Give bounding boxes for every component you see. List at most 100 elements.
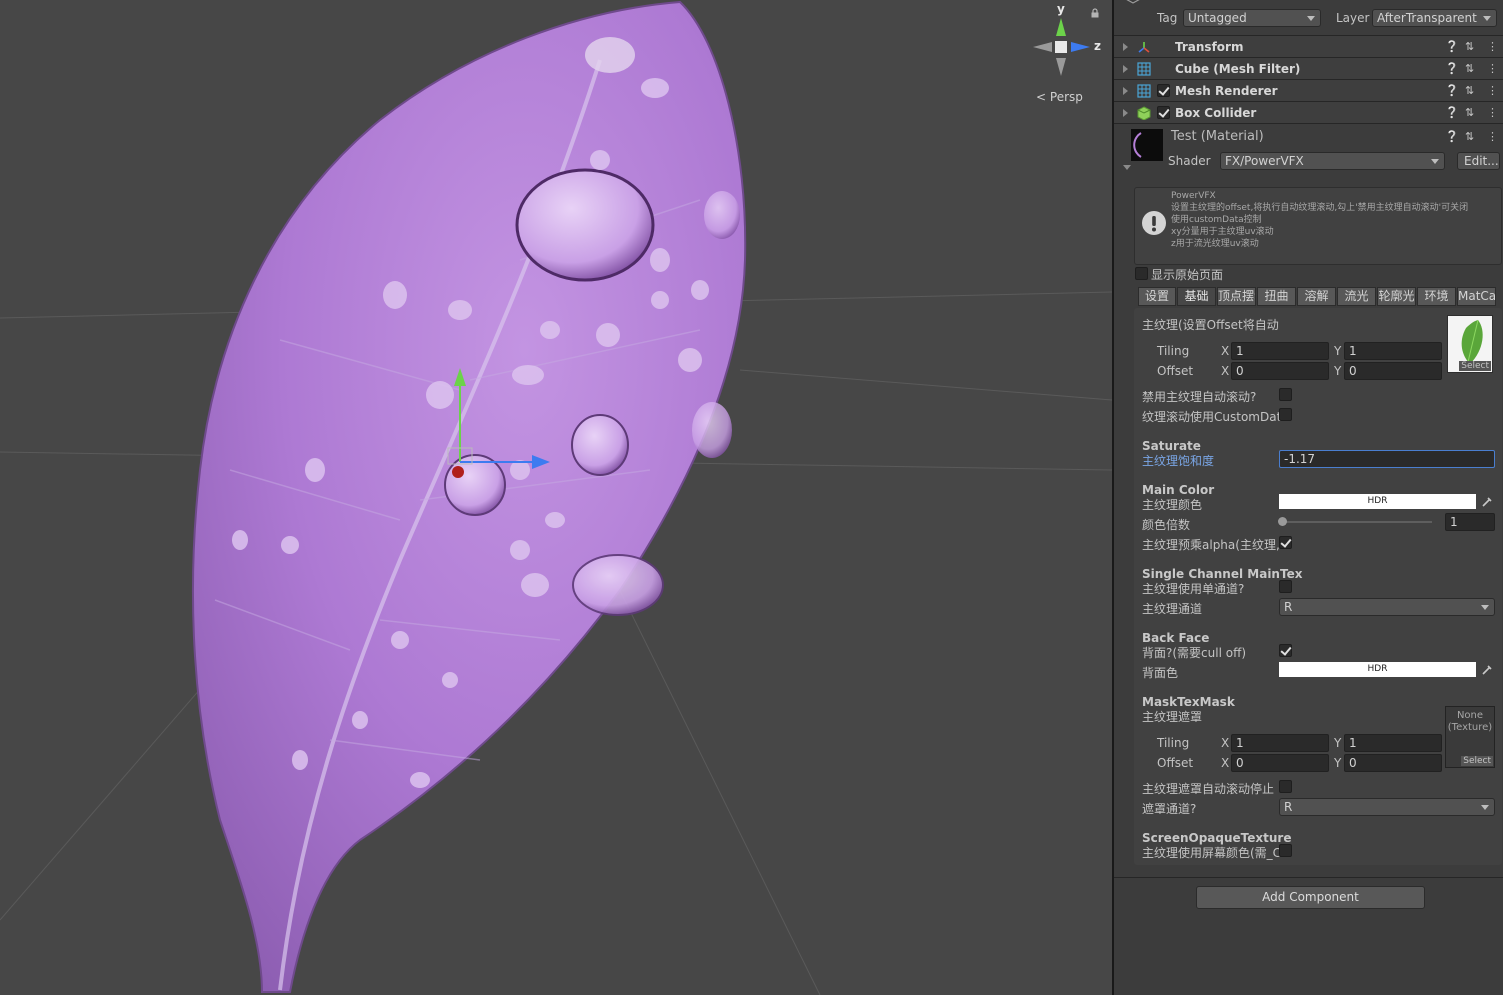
lock-icon[interactable] <box>1090 8 1100 18</box>
mask-tiling-x-field[interactable]: 1 <box>1231 734 1329 752</box>
component-buttons: ❔ ⇅ ⋮ <box>1445 106 1498 120</box>
main-tex-slot[interactable]: Select <box>1447 315 1493 373</box>
shader-label: Shader <box>1168 154 1211 168</box>
add-component-button[interactable]: Add Component <box>1196 886 1425 909</box>
mesh-renderer-enabled-checkbox[interactable] <box>1157 84 1170 97</box>
saturate-field[interactable]: -1.17 <box>1279 450 1495 468</box>
scene-canvas[interactable] <box>0 0 1112 995</box>
foldout-arrow-icon[interactable] <box>1123 87 1128 95</box>
mask-select-button[interactable]: Select <box>1461 756 1493 766</box>
component-box-collider[interactable]: Box Collider ❔ ⇅ ⋮ <box>1114 101 1503 123</box>
color-multiplier-field[interactable]: 1 <box>1445 513 1495 531</box>
tab-settings[interactable]: 设置 <box>1138 287 1176 306</box>
gameobject-icon <box>1126 0 1140 4</box>
tiling-y-label: Y <box>1334 344 1342 358</box>
box-collider-enabled-checkbox[interactable] <box>1157 106 1170 119</box>
main-tex-select-button[interactable]: Select <box>1459 361 1491 371</box>
mask-offset-x-field[interactable]: 0 <box>1231 754 1329 772</box>
offset-x-field[interactable]: 0 <box>1231 362 1329 380</box>
foldout-arrow-icon[interactable] <box>1123 109 1128 117</box>
layer-dropdown[interactable]: AfterTransparent <box>1372 9 1497 27</box>
eyedropper-icon[interactable] <box>1481 664 1493 676</box>
mask-auto-stop-checkbox[interactable] <box>1279 780 1292 793</box>
presets-icon[interactable]: ⇅ <box>1465 62 1474 75</box>
presets-icon[interactable]: ⇅ <box>1465 40 1474 53</box>
main-color-title: Main Color <box>1142 483 1215 497</box>
mask-none-text: None (Texture) <box>1447 710 1493 733</box>
help-icon[interactable]: ❔ <box>1445 62 1459 75</box>
foldout-arrow-icon[interactable] <box>1123 165 1131 170</box>
kebab-menu-icon[interactable]: ⋮ <box>1487 130 1498 143</box>
premultiply-checkbox[interactable] <box>1279 536 1292 549</box>
edit-label: Edit... <box>1464 154 1499 168</box>
projection-toggle[interactable]: < Persp <box>1036 90 1083 104</box>
premultiply-label: 主纹理预乘alpha(主纹理, <box>1142 538 1280 552</box>
leaf-mesh <box>191 0 747 993</box>
material-header[interactable]: Test (Material) ❔ ⇅ ⋮ Shader FX/PowerVFX… <box>1114 123 1503 179</box>
back-face-checkbox[interactable] <box>1279 644 1292 657</box>
help-icon[interactable]: ❔ <box>1445 106 1459 119</box>
help-line: z用于流光纹理uv滚动 <box>1171 239 1259 249</box>
kebab-menu-icon[interactable]: ⋮ <box>1487 62 1498 75</box>
tiling-x-label: X <box>1221 344 1230 358</box>
component-mesh-renderer[interactable]: Mesh Renderer ❔ ⇅ ⋮ <box>1114 79 1503 101</box>
slider-knob[interactable] <box>1278 517 1287 526</box>
tab-basic[interactable]: 基础 <box>1177 287 1216 306</box>
mesh-renderer-icon <box>1137 84 1151 98</box>
color-multiplier-slider[interactable] <box>1282 521 1432 523</box>
tab-flow-light[interactable]: 流光 <box>1337 287 1376 306</box>
show-original-checkbox[interactable] <box>1135 267 1148 280</box>
tiling-label: Tiling <box>1157 344 1190 358</box>
tag-dropdown[interactable]: Untagged <box>1183 9 1321 27</box>
channel-dropdown[interactable]: R <box>1279 598 1495 616</box>
color-multiplier-label: 颜色倍数 <box>1142 518 1191 532</box>
mask-offset-y-field[interactable]: 0 <box>1344 754 1442 772</box>
mask-channel-label: 遮罩通道? <box>1142 802 1197 816</box>
offset-y-field[interactable]: 0 <box>1344 362 1442 380</box>
mask-tiling-y-field[interactable]: 1 <box>1344 734 1442 752</box>
component-buttons: ❔ ⇅ ⋮ <box>1445 84 1498 98</box>
component-transform[interactable]: Transform ❔ ⇅ ⋮ <box>1114 35 1503 57</box>
scroll-customdata-checkbox[interactable] <box>1279 408 1292 421</box>
back-color-swatch[interactable]: HDR <box>1279 662 1476 677</box>
kebab-menu-icon[interactable]: ⋮ <box>1487 84 1498 97</box>
shader-dropdown[interactable]: FX/PowerVFX <box>1220 152 1445 170</box>
offset-x-label: X <box>1221 364 1230 378</box>
tab-matcap[interactable]: MatCap <box>1457 287 1496 306</box>
foldout-arrow-icon[interactable] <box>1123 43 1128 51</box>
presets-icon[interactable]: ⇅ <box>1465 130 1474 143</box>
eyedropper-icon[interactable] <box>1481 496 1493 508</box>
help-icon[interactable]: ❔ <box>1445 130 1459 143</box>
tag-label: Tag <box>1157 11 1178 25</box>
kebab-menu-icon[interactable]: ⋮ <box>1487 40 1498 53</box>
disable-scroll-checkbox[interactable] <box>1279 388 1292 401</box>
main-color-swatch[interactable]: HDR <box>1279 494 1476 509</box>
foldout-arrow-icon[interactable] <box>1123 65 1128 73</box>
single-channel-use-checkbox[interactable] <box>1279 580 1292 593</box>
material-preview-icon <box>1131 129 1163 161</box>
presets-icon[interactable]: ⇅ <box>1465 84 1474 97</box>
shader-edit-button[interactable]: Edit... <box>1457 152 1500 170</box>
screen-opaque-title: ScreenOpaqueTexture <box>1142 831 1292 845</box>
mask-channel-dropdown[interactable]: R <box>1279 798 1495 816</box>
tab-environment[interactable]: 环境 <box>1417 287 1456 306</box>
scene-view[interactable]: y z < Persp <box>0 0 1112 995</box>
y-axis-label: y <box>1057 2 1065 16</box>
mask-tex-slot[interactable]: None (Texture) Select <box>1445 706 1495 768</box>
screen-opaque-checkbox[interactable] <box>1279 844 1292 857</box>
show-original-label: 显示原始页面 <box>1151 268 1224 282</box>
persp-label: Persp <box>1049 90 1083 104</box>
component-mesh-filter[interactable]: Cube (Mesh Filter) ❔ ⇅ ⋮ <box>1114 57 1503 79</box>
tab-dissolve[interactable]: 溶解 <box>1297 287 1336 306</box>
tab-rim-light[interactable]: 轮廓光 <box>1377 287 1416 306</box>
orientation-gizmo <box>1033 18 1090 76</box>
kebab-menu-icon[interactable]: ⋮ <box>1487 106 1498 119</box>
presets-icon[interactable]: ⇅ <box>1465 106 1474 119</box>
tab-distort[interactable]: 扭曲 <box>1257 287 1296 306</box>
mask-offset-y-label: Y <box>1334 756 1342 770</box>
help-icon[interactable]: ❔ <box>1445 84 1459 97</box>
tiling-y-field[interactable]: 1 <box>1344 342 1442 360</box>
help-icon[interactable]: ❔ <box>1445 40 1459 53</box>
tab-vertex-wave[interactable]: 顶点摆动 <box>1217 287 1256 306</box>
tiling-x-field[interactable]: 1 <box>1231 342 1329 360</box>
